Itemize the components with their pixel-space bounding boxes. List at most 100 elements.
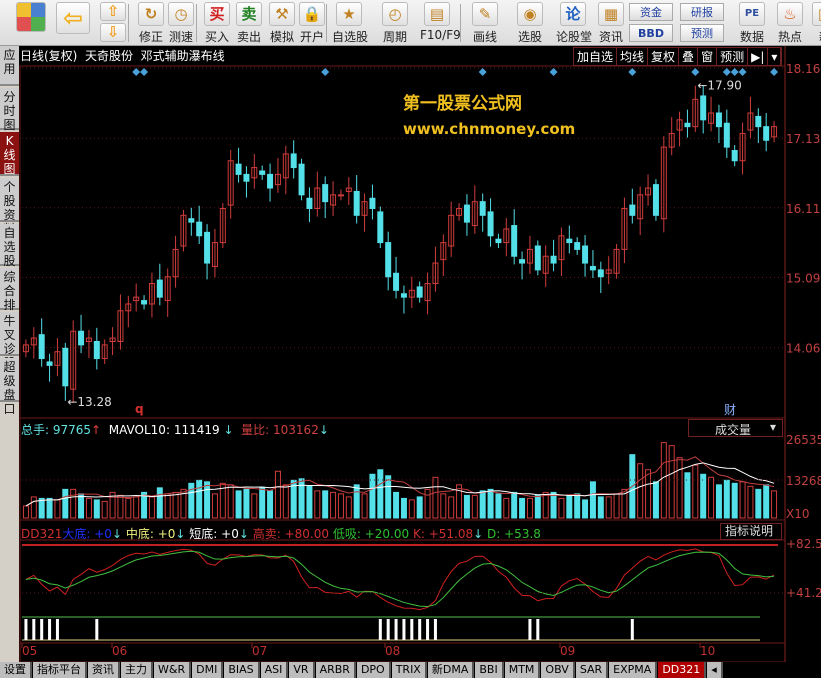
volume-bar — [652, 481, 659, 519]
volume-bar — [574, 493, 581, 519]
chart-header-button-1[interactable]: 均线 — [617, 48, 649, 65]
volume-bar — [330, 491, 337, 519]
volume-bar — [101, 500, 108, 519]
candle-body — [78, 330, 85, 346]
candle-body — [156, 279, 163, 298]
volume-bar — [605, 496, 612, 519]
event-marker-finance: 财 — [724, 403, 736, 417]
candle-body — [684, 122, 691, 128]
chart-header-button-2[interactable]: 复权 — [648, 48, 680, 65]
month-label: 09 — [560, 644, 575, 658]
volume-bar — [408, 499, 415, 519]
volume-bar — [369, 473, 376, 519]
candle-body — [46, 361, 53, 366]
tab-sar[interactable]: SAR — [575, 662, 609, 678]
tab-dd321[interactable]: DD321 — [658, 662, 707, 678]
tab-dmi[interactable]: DMI — [192, 662, 224, 678]
candle-body — [534, 245, 541, 271]
diamond-marker-icon — [321, 68, 330, 76]
diamond-marker-icon — [478, 68, 487, 76]
candle-body — [353, 190, 360, 216]
candle-body — [566, 238, 573, 244]
chart-header-button-7[interactable]: ▾ — [768, 48, 782, 65]
tab-trix[interactable]: TRIX — [391, 662, 427, 678]
tab-设置[interactable]: 设置 — [0, 662, 32, 678]
volume-bar — [731, 482, 738, 519]
tab-bbi[interactable]: BBI — [475, 662, 504, 678]
chart-header-button-5[interactable]: 预测 — [717, 48, 749, 65]
chart-header-button-3[interactable]: 叠 — [679, 48, 699, 65]
watermark-title: 第一股票公式网 — [403, 93, 522, 114]
volume-bar — [526, 497, 533, 519]
candle-body — [93, 340, 100, 360]
candle-body — [235, 163, 242, 175]
candle-body — [755, 115, 762, 128]
tab-w&r[interactable]: W&R — [154, 662, 192, 678]
volume-bar — [125, 497, 132, 519]
volume-bar — [30, 496, 37, 519]
dd321-label: 短底: — [189, 527, 222, 541]
volume-bar — [298, 478, 305, 519]
dd321-label: 大底: — [62, 527, 95, 541]
candle-body — [38, 334, 45, 360]
tab-asi[interactable]: ASI — [260, 662, 289, 678]
volume-bar — [676, 457, 683, 519]
volume-bar — [613, 493, 620, 519]
volume-bar — [133, 496, 140, 519]
candle-body — [306, 197, 313, 209]
signal-bar — [630, 619, 634, 640]
tab-新dma[interactable]: 新DMA — [427, 662, 475, 678]
up-arrow-icon: ↑ — [91, 423, 102, 437]
candle-body — [204, 231, 211, 264]
indicator-tabs: 设置 指标平台 资讯 主力 W&R DMI BIAS ASI VR ARBR DPO TRIX 新DMA… — [0, 662, 821, 678]
diamond-marker-icon — [140, 68, 149, 76]
tab-bias[interactable]: BIAS — [224, 662, 260, 678]
candle-body — [700, 95, 707, 121]
volume-bar — [337, 493, 344, 519]
price-axis-label: 14.06 — [786, 342, 820, 356]
chart-header-button-0[interactable]: 加自选 — [574, 48, 618, 65]
down-arrow-icon: ↓ — [318, 423, 329, 437]
price-axis-label: 16.11 — [786, 202, 820, 216]
tab-dpo[interactable]: DPO — [356, 662, 391, 678]
candle-body — [298, 163, 305, 196]
kd-axis-label: +82.54 — [786, 537, 821, 551]
volume-bar — [440, 493, 447, 519]
month-label: 06 — [112, 644, 127, 658]
volume-bar — [723, 479, 730, 519]
chart-header-button-4[interactable]: 窗 — [698, 48, 718, 65]
tab-obv[interactable]: OBV — [541, 662, 575, 678]
dd321-label: 低吸: — [332, 527, 365, 541]
tab-资讯[interactable]: 资讯 — [88, 662, 120, 678]
candle-body — [385, 242, 392, 278]
indicator-explain-button[interactable]: 指标说明 — [720, 523, 782, 540]
volume-bar — [558, 497, 565, 519]
tab-指标平台[interactable]: 指标平台 — [33, 662, 87, 678]
chart-header-button-6[interactable]: ▶| — [748, 48, 769, 65]
tab-mtm[interactable]: MTM — [504, 662, 541, 678]
dd321-label: D: — [487, 527, 505, 541]
tab-vr[interactable]: VR — [289, 662, 315, 678]
volume-bar — [747, 485, 754, 519]
indicator-dropdown[interactable]: 成交量 ▾ — [688, 419, 783, 437]
chart-title: 日线(复权) 天奇股份 邓式辅助瀑布线 — [20, 49, 225, 63]
signal-bar — [433, 619, 437, 640]
kline-chart[interactable]: 18.16 17.13 16.11 15.09 14.06 ←13.28 ←17.90 q 财 第… — [0, 0, 821, 678]
volume-bar — [204, 481, 211, 519]
signal-bar — [24, 619, 28, 640]
candle-body — [188, 218, 195, 223]
tab-expma[interactable]: EXPMA — [609, 662, 658, 678]
tab-主力[interactable]: 主力 — [121, 662, 153, 678]
candle-body — [196, 221, 203, 237]
tab-arbr[interactable]: ARBR — [315, 662, 356, 678]
volume-bar — [345, 496, 352, 519]
volume-bar — [400, 497, 407, 519]
signal-bar — [426, 619, 430, 640]
signal-bar — [32, 619, 36, 640]
candle-body — [731, 150, 738, 162]
candle-body — [519, 259, 526, 264]
volume-bar — [259, 487, 266, 519]
scroll-left-icon[interactable]: ◂ — [707, 662, 723, 678]
volume-bar — [700, 473, 707, 519]
candle-body — [463, 204, 470, 223]
